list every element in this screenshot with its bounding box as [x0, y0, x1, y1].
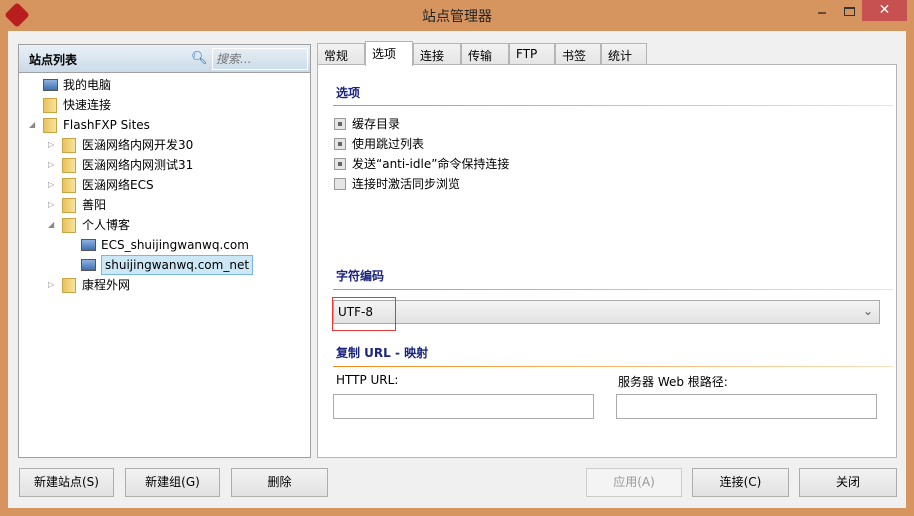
divider — [333, 289, 893, 290]
divider — [333, 105, 893, 106]
tree-item[interactable]: ▷ 康程外网 — [48, 276, 131, 294]
expand-icon[interactable]: ▷ — [48, 276, 54, 294]
checkbox-icon[interactable] — [334, 177, 346, 190]
computer-icon — [43, 79, 58, 91]
checkbox-icon[interactable] — [334, 117, 346, 130]
close-window-button[interactable]: ✕ — [862, 0, 907, 21]
close-button[interactable]: 关闭 — [799, 468, 897, 497]
tab-3[interactable]: 传输 — [461, 43, 509, 65]
delete-button[interactable]: 删除 — [231, 468, 328, 497]
search-icon: 🔍︎ — [191, 51, 208, 66]
divider — [333, 366, 893, 367]
folder-icon — [62, 157, 76, 173]
minimize-button[interactable] — [818, 12, 826, 14]
new-group-button[interactable]: 新建组(G) — [125, 468, 220, 497]
tab-1[interactable]: 选项 — [365, 41, 413, 66]
window-title: 站点管理器 — [422, 9, 492, 25]
encoding-section-title: 字符编码 — [336, 269, 385, 283]
site-list-title: 站点列表 — [29, 53, 78, 67]
tree-item-label: ECS_shuijingwanwq.com — [101, 238, 249, 252]
checkbox-label: 发送“anti-idle”命令保持连接 — [352, 157, 510, 171]
new-site-button[interactable]: 新建站点(S) — [19, 468, 114, 497]
folder-icon — [62, 197, 76, 213]
folder-icon — [62, 137, 76, 153]
checkbox-label: 缓存目录 — [352, 117, 401, 131]
tab-5[interactable]: 书签 — [555, 43, 601, 65]
tree-item[interactable]: ▷ 医涵网络内网测试31 — [48, 156, 194, 174]
checkbox-label: 使用跳过列表 — [352, 137, 425, 151]
site-list-header: 站点列表 🔍︎ — [19, 45, 310, 73]
option-checkbox[interactable]: 连接时激活同步浏览 — [334, 175, 460, 192]
tree-item-label: 医涵网络内网测试31 — [82, 158, 194, 172]
tab-4[interactable]: FTP — [509, 43, 555, 65]
tree-item-label: 快速连接 — [63, 98, 112, 112]
web-root-input[interactable] — [616, 394, 877, 419]
tree-item-label: 我的电脑 — [63, 78, 112, 92]
option-checkbox[interactable]: 发送“anti-idle”命令保持连接 — [334, 155, 509, 172]
http-url-label: HTTP URL: — [336, 373, 399, 387]
tree-item-label: shuijingwanwq.com_net — [101, 255, 254, 275]
computer-icon — [81, 239, 96, 251]
highlight-box — [332, 297, 396, 331]
tree-item[interactable]: ▷ 善阳 — [48, 196, 107, 214]
http-url-input[interactable] — [333, 394, 594, 419]
tree-item[interactable]: ECS_shuijingwanwq.com — [81, 236, 249, 254]
collapse-icon[interactable]: ◢ — [48, 216, 54, 234]
tree-item-label: FlashFXP Sites — [63, 118, 150, 132]
folder-icon — [62, 277, 76, 293]
url-section-title: 复制 URL - 映射 — [336, 346, 429, 360]
tree-item[interactable]: ◢ FlashFXP Sites — [29, 116, 150, 134]
encoding-select[interactable]: UTF-8 ⌄ — [333, 300, 880, 324]
folder-icon — [43, 117, 57, 133]
expand-icon[interactable]: ▷ — [48, 156, 54, 174]
folder-icon — [62, 177, 76, 193]
title-bar: 站点管理器 ✕ — [0, 0, 914, 31]
tree-item-label: 康程外网 — [82, 278, 131, 292]
folder-icon — [62, 217, 76, 233]
connect-button[interactable]: 连接(C) — [692, 468, 789, 497]
tree-item[interactable]: shuijingwanwq.com_net — [81, 255, 254, 275]
tree-item[interactable]: ◢ 个人博客 — [48, 216, 131, 234]
search-input[interactable] — [212, 48, 308, 70]
apply-button[interactable]: 应用(A) — [586, 468, 682, 497]
checkbox-icon[interactable] — [334, 137, 346, 150]
tab-6[interactable]: 统计 — [601, 43, 647, 65]
tree-item-label: 善阳 — [82, 198, 107, 212]
options-section-title: 选项 — [336, 86, 361, 100]
tree-item[interactable]: ▷ 医涵网络内网开发30 — [48, 136, 194, 154]
web-root-label: 服务器 Web 根路径: — [618, 375, 728, 389]
tab-0[interactable]: 常规 — [317, 43, 365, 65]
option-checkbox[interactable]: 使用跳过列表 — [334, 135, 424, 152]
option-checkbox[interactable]: 缓存目录 — [334, 115, 400, 132]
options-panel: 选项 缓存目录使用跳过列表发送“anti-idle”命令保持连接 连接时激活同步浏… — [317, 64, 897, 458]
site-list-panel: 站点列表 🔍︎ 我的电脑快速连接 ◢ FlashFXP Sites ▷ 医涵网络内网开发… — [18, 44, 311, 458]
checkbox-icon[interactable] — [334, 157, 346, 170]
tree-item-label: 医涵网络ECS — [82, 178, 154, 192]
tree-item-label: 医涵网络内网开发30 — [82, 138, 194, 152]
collapse-icon[interactable]: ◢ — [29, 116, 35, 134]
checkbox-label: 连接时激活同步浏览 — [352, 177, 461, 191]
expand-icon[interactable]: ▷ — [48, 176, 54, 194]
computer-icon — [81, 259, 96, 271]
tab-2[interactable]: 连接 — [413, 43, 461, 65]
tree-item[interactable]: 快速连接 — [43, 96, 111, 114]
expand-icon[interactable]: ▷ — [48, 136, 54, 154]
folder-icon — [43, 97, 57, 113]
chevron-down-icon: ⌄ — [862, 304, 873, 318]
tree-item[interactable]: 我的电脑 — [43, 76, 111, 94]
tree-item-label: 个人博客 — [82, 218, 131, 232]
maximize-button[interactable] — [844, 7, 855, 16]
expand-icon[interactable]: ▷ — [48, 196, 54, 214]
tree-item[interactable]: ▷ 医涵网络ECS — [48, 176, 154, 194]
